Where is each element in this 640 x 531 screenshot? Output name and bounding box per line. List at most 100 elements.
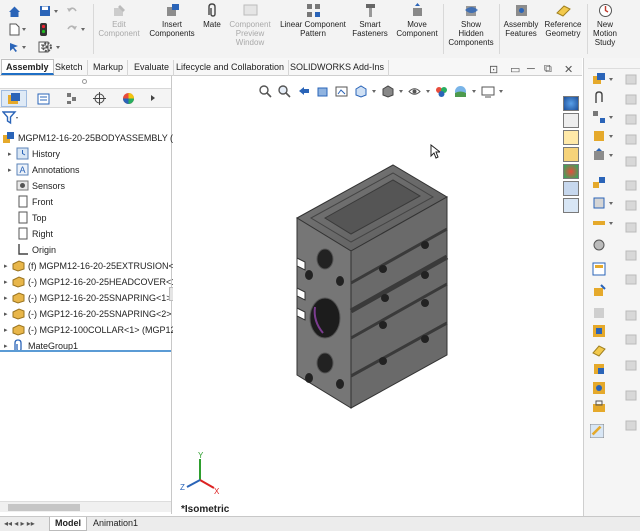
view-settings-dropdown-icon[interactable] [499, 89, 503, 93]
tool-dropdown-icon[interactable] [609, 154, 613, 157]
tree-item-top-plane[interactable]: Top [16, 210, 47, 225]
render-tools-icon[interactable] [563, 96, 579, 111]
bom-tool-icon[interactable] [592, 262, 606, 276]
linear-component-pattern-button[interactable]: Linear Component Pattern [277, 3, 349, 38]
tab-assembly[interactable]: Assembly [1, 59, 54, 75]
view-settings-icon[interactable] [480, 84, 495, 98]
save-icon[interactable] [38, 4, 52, 18]
smart-component-icon[interactable] [592, 306, 606, 320]
new-dropdown-icon[interactable] [22, 28, 26, 31]
zoom-to-fit-icon[interactable] [258, 84, 273, 98]
new-document-icon[interactable] [7, 22, 21, 36]
tab-sketch[interactable]: Sketch [51, 60, 88, 76]
assembly-tool-icon[interactable] [592, 72, 606, 86]
tree-item-collar[interactable]: ▸ (-) MGP12-100COLLAR<1> (MGP12 [4, 322, 176, 337]
tab-animation1[interactable]: Animation1 [88, 517, 143, 531]
tab-lifecycle-collaboration[interactable]: Lifecycle and Collaboration [172, 60, 290, 76]
options-dropdown-icon[interactable] [56, 46, 60, 49]
view-orientation-icon[interactable] [353, 84, 368, 98]
dimxpert-manager-tab-icon[interactable] [86, 90, 112, 107]
folder-icon[interactable] [563, 130, 579, 145]
appearances-icon[interactable] [563, 164, 579, 179]
pattern-tool-icon[interactable] [592, 110, 606, 124]
tree-item-origin[interactable]: Origin [16, 242, 56, 257]
measure-tool-icon[interactable] [592, 216, 606, 230]
close-icon[interactable]: ✕ [564, 63, 573, 76]
new-motion-study-button[interactable]: New Motion Study [589, 3, 621, 47]
apply-scene-icon[interactable] [453, 84, 468, 98]
insert-components-button[interactable]: Insert Components [146, 3, 198, 38]
maximize-icon[interactable]: ⧉ [544, 63, 552, 76]
horizontal-scrollbar[interactable] [0, 501, 171, 512]
explode-tool-icon[interactable] [592, 176, 606, 190]
zoom-to-area-icon[interactable] [277, 84, 292, 98]
mate-button[interactable]: Mate [199, 3, 225, 29]
tool-dropdown-icon[interactable] [609, 222, 613, 225]
assembly-features-button[interactable]: Assembly Features [502, 3, 540, 38]
tree-item-front-plane[interactable]: Front [16, 194, 53, 209]
expand-arrow-icon[interactable]: ▸ [8, 166, 16, 174]
select-arrow-icon[interactable] [7, 40, 21, 54]
expand-arrow-icon[interactable]: ▸ [4, 278, 12, 286]
expand-arrow-icon[interactable]: ▸ [4, 294, 12, 302]
move-component-button[interactable]: Move Component [394, 3, 440, 38]
apply-scene-dropdown-icon[interactable] [472, 89, 476, 93]
minimize-icon[interactable]: ▭ [510, 63, 520, 76]
previous-view-icon[interactable] [296, 84, 311, 98]
tree-item-sensors[interactable]: Sensors [16, 178, 65, 193]
expand-arrow-icon[interactable]: ▸ [4, 262, 12, 270]
hole-series-icon[interactable] [592, 381, 606, 395]
move-tool-icon[interactable] [592, 148, 606, 162]
expand-arrow-icon[interactable]: ▸ [4, 310, 12, 318]
weld-tool-icon[interactable] [592, 362, 606, 376]
section-tool-icon[interactable] [592, 238, 606, 252]
more-tabs-arrow-icon[interactable] [151, 95, 155, 101]
tool-dropdown-icon[interactable] [609, 116, 613, 119]
tab-markup[interactable]: Markup [89, 60, 129, 76]
tool-dropdown-icon[interactable] [609, 78, 613, 81]
filter-icon[interactable] [1, 111, 22, 127]
smart-fasteners-button[interactable]: Smart Fasteners [351, 3, 389, 38]
scrollbar-thumb[interactable] [8, 504, 80, 511]
tab-model[interactable]: Model [49, 517, 87, 531]
fastener-tool-icon[interactable] [592, 129, 606, 143]
reference-geometry-button[interactable]: Reference Geometry [542, 3, 584, 38]
reference-tool-icon[interactable] [592, 343, 606, 357]
pin-icon[interactable]: ⊡ [489, 63, 498, 76]
solidworks-forum-icon[interactable] [563, 198, 579, 213]
tree-item-right-plane[interactable]: Right [16, 226, 53, 241]
tab-evaluate[interactable]: Evaluate [130, 60, 175, 76]
tree-item-annotations[interactable]: ▸ A Annotations [8, 162, 80, 177]
design-library-icon[interactable] [563, 147, 579, 162]
hide-show-dropdown-icon[interactable] [426, 89, 430, 93]
toolbox-icon[interactable] [592, 400, 606, 414]
interference-tool-icon[interactable] [592, 196, 606, 210]
restore-icon[interactable]: ─ [527, 63, 535, 75]
ruler-tool-icon[interactable] [590, 424, 604, 438]
edit-appearance-icon[interactable] [434, 84, 449, 98]
display-manager-tab-icon[interactable] [115, 90, 141, 107]
view-orientation-dropdown-icon[interactable] [372, 89, 376, 93]
tree-item-snapring-1[interactable]: ▸ (-) MGP12-16-20-25SNAPRING<1> ( [4, 290, 177, 305]
display-style-dropdown-icon[interactable] [399, 89, 403, 93]
show-hidden-components-button[interactable]: Show Hidden Components [446, 3, 496, 47]
expand-arrow-icon[interactable]: ▸ [8, 150, 16, 158]
section-view-icon[interactable] [315, 84, 330, 98]
tool-dropdown-icon[interactable] [609, 202, 613, 205]
tree-item-headcover[interactable]: ▸ (-) MGP12-16-20-25HEADCOVER<1: [4, 274, 179, 289]
tool-dropdown-icon[interactable] [609, 135, 613, 138]
tab-solidworks-add-ins[interactable]: SOLIDWORKS Add-Ins [286, 60, 390, 76]
tree-item-snapring-2[interactable]: ▸ (-) MGP12-16-20-25SNAPRING<2> ( [4, 306, 177, 321]
tree-item-history[interactable]: ▸ History [8, 146, 60, 161]
hide-show-items-icon[interactable] [407, 84, 422, 98]
display-style-icon[interactable] [380, 84, 395, 98]
instant3d-tool-icon[interactable] [592, 284, 606, 298]
tab-nav-arrows-icon[interactable]: ◂◂ ◂ ▸ ▸▸ [4, 519, 35, 528]
cylinder-body-model[interactable] [285, 163, 460, 411]
panel-collapse-handle[interactable] [82, 79, 87, 84]
options-gear-icon[interactable] [40, 40, 54, 54]
rebuild-traffic-light-icon[interactable] [36, 22, 50, 36]
home-icon[interactable] [7, 4, 21, 18]
tree-root-assembly[interactable]: MGPM12-16-20-25BODYASSEMBLY (MG [2, 130, 188, 145]
assembly-feature-tool-icon[interactable] [592, 324, 606, 338]
